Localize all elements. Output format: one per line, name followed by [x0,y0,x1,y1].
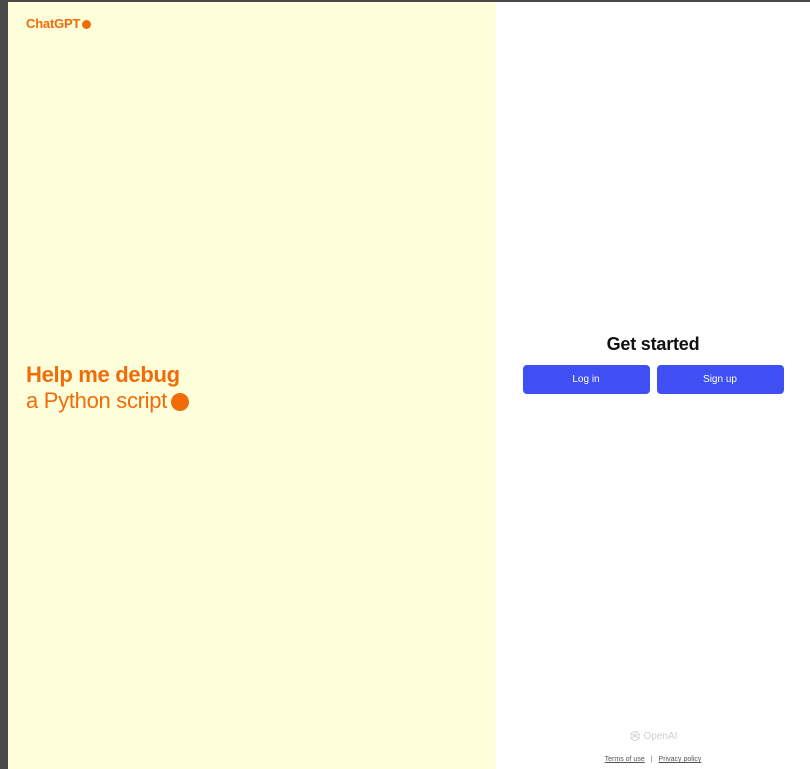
hero-subline-text: a Python script [26,388,168,413]
openai-logo: OpenAI [629,730,678,742]
terms-link[interactable]: Terms of use [605,756,645,763]
login-button[interactable]: Log in [522,365,650,394]
brand-dot-icon [82,19,92,29]
signup-button[interactable]: Sign up [656,365,784,394]
hero-dot-icon [171,393,190,411]
privacy-link[interactable]: Privacy policy [659,756,702,763]
hero-subline: a Python script [26,388,190,414]
app-window: ChatGPT Help me debug a Python script Ge… [0,0,810,769]
hero-text: Help me debug a Python script [26,362,190,414]
auth-buttons: Log in Sign up [522,365,784,394]
auth-panel: Get started Log in Sign up OpenAI Terms … [496,2,810,769]
footer-separator: | [650,756,653,763]
brand-logo[interactable]: ChatGPT [26,16,92,31]
footer-links: Terms of use | Privacy policy [605,756,702,763]
auth-title: Get started [606,334,700,354]
hero-panel: ChatGPT Help me debug a Python script [8,2,496,769]
footer: OpenAI Terms of use | Privacy policy [496,730,810,764]
brand-name: ChatGPT [26,16,81,31]
auth-section: Get started Log in Sign up [496,334,810,394]
openai-logo-text: OpenAI [643,730,678,742]
hero-headline: Help me debug [26,362,180,387]
openai-icon [629,731,640,741]
